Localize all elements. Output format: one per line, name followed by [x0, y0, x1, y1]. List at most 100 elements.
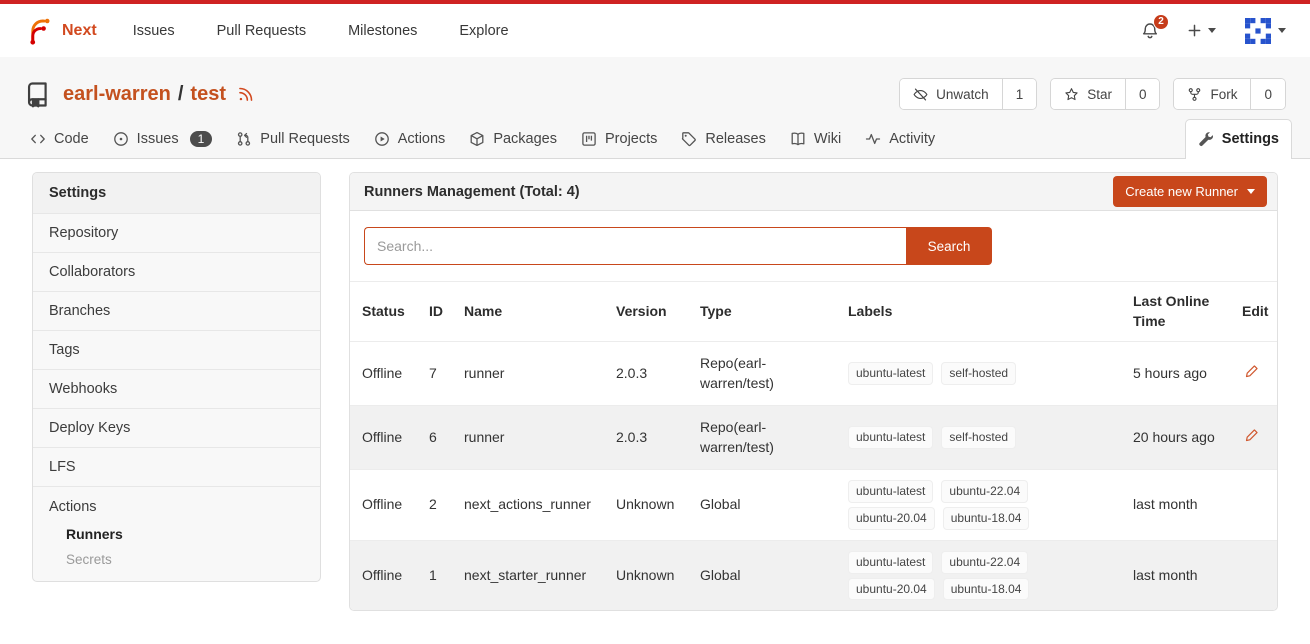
runner-id: 2: [417, 470, 452, 541]
tab-activity-label: Activity: [889, 131, 935, 147]
create-new-dropdown[interactable]: [1187, 23, 1216, 38]
repo-action-buttons: Unwatch 1 Star 0: [899, 78, 1286, 110]
tab-projects-label: Projects: [605, 131, 657, 147]
label-chip: ubuntu-latest: [848, 362, 933, 385]
sidebar-item-webhooks[interactable]: Webhooks: [33, 369, 320, 408]
nav-explore[interactable]: Explore: [459, 23, 508, 39]
fork-button[interactable]: Fork: [1174, 79, 1250, 109]
repo-name-link[interactable]: test: [190, 83, 226, 106]
create-new-runner-button[interactable]: Create new Runner: [1113, 176, 1267, 207]
sidebar-item-secrets[interactable]: Secrets: [66, 552, 304, 567]
page-title: Runners Management (Total: 4): [364, 184, 580, 200]
table-row: Offline 6 runner 2.0.3 Repo(earl-warren/…: [350, 406, 1278, 470]
notification-count-badge: 2: [1153, 14, 1169, 30]
code-icon: [30, 131, 46, 147]
issue-opened-icon: [113, 131, 129, 147]
sidebar-actions-label[interactable]: Actions: [49, 499, 97, 515]
runner-version: 2.0.3: [604, 342, 688, 406]
unwatch-button[interactable]: Unwatch: [900, 79, 1002, 109]
brand-home-link[interactable]: Next: [24, 16, 97, 46]
user-menu-dropdown[interactable]: [1244, 17, 1286, 45]
edit-runner-button[interactable]: [1242, 362, 1261, 381]
tab-actions-label: Actions: [398, 131, 446, 147]
tab-settings[interactable]: Settings: [1185, 119, 1292, 159]
label-chip: ubuntu-latest: [848, 480, 933, 503]
tab-wiki[interactable]: Wiki: [778, 120, 853, 158]
forks-count[interactable]: 0: [1250, 79, 1285, 109]
sidebar-item-repository[interactable]: Repository: [33, 213, 320, 252]
tab-issues-label: Issues: [137, 131, 179, 147]
nav-milestones[interactable]: Milestones: [348, 23, 417, 39]
col-version: Version: [604, 282, 688, 342]
runner-labels: ubuntu-latest self-hosted: [848, 362, 1048, 385]
project-board-icon: [581, 131, 597, 147]
sidebar-item-collaborators[interactable]: Collaborators: [33, 252, 320, 291]
chevron-down-icon: [1208, 28, 1216, 33]
col-edit: Edit: [1230, 282, 1278, 342]
rss-icon[interactable]: [237, 85, 255, 103]
col-status: Status: [350, 282, 417, 342]
runner-type: Repo(earl-warren/test): [700, 418, 800, 457]
runner-last-online: 5 hours ago: [1121, 342, 1230, 406]
runner-labels: ubuntu-latest ubuntu-22.04 ubuntu-20.04 …: [848, 551, 1048, 601]
tab-code[interactable]: Code: [18, 120, 101, 158]
sidebar-item-deploy-keys[interactable]: Deploy Keys: [33, 408, 320, 447]
runner-labels: ubuntu-latest self-hosted: [848, 426, 1048, 449]
tab-projects[interactable]: Projects: [569, 120, 669, 158]
forgejo-logo-icon: [24, 16, 54, 46]
pencil-icon: [1244, 428, 1259, 443]
watchers-count[interactable]: 1: [1002, 79, 1037, 109]
fork-button-group: Fork 0: [1173, 78, 1286, 110]
nav-pull-requests[interactable]: Pull Requests: [217, 23, 306, 39]
tab-wiki-label: Wiki: [814, 131, 841, 147]
repo-header-band: earl-warren / test: [0, 57, 1310, 159]
tag-icon: [681, 131, 697, 147]
runner-type: Global: [700, 566, 800, 586]
nav-issues[interactable]: Issues: [133, 23, 175, 39]
label-chip: ubuntu-latest: [848, 551, 933, 574]
tab-releases[interactable]: Releases: [669, 120, 777, 158]
panel-header: Runners Management (Total: 4) Create new…: [350, 173, 1277, 211]
stars-count[interactable]: 0: [1125, 79, 1160, 109]
tab-packages-label: Packages: [493, 131, 557, 147]
sidebar-item-lfs[interactable]: LFS: [33, 447, 320, 486]
top-navbar: Next Issues Pull Requests Milestones Exp…: [0, 4, 1310, 57]
chevron-down-icon: [1278, 28, 1286, 33]
main-nav: Issues Pull Requests Milestones Explore: [133, 23, 509, 39]
table-header-row: Status ID Name Version Type Labels Last …: [350, 282, 1278, 342]
repo-header: earl-warren / test: [0, 73, 1310, 115]
page-content: Settings Repository Collaborators Branch…: [0, 159, 1310, 611]
runner-id: 7: [417, 342, 452, 406]
runner-type: Global: [700, 495, 800, 515]
notifications-button[interactable]: 2: [1141, 22, 1159, 40]
tab-activity[interactable]: Activity: [853, 120, 947, 158]
settings-sidebar: Settings Repository Collaborators Branch…: [32, 172, 321, 582]
star-button[interactable]: Star: [1051, 79, 1125, 109]
watch-button-group: Unwatch 1: [899, 78, 1037, 110]
tools-icon: [1198, 131, 1214, 147]
search-button[interactable]: Search: [906, 227, 992, 265]
repo-owner-link[interactable]: earl-warren: [63, 83, 171, 106]
tab-settings-label: Settings: [1222, 131, 1279, 147]
search-input[interactable]: [364, 227, 906, 265]
runner-status: Offline: [350, 406, 417, 470]
runner-status: Offline: [350, 470, 417, 541]
pulse-icon: [865, 131, 881, 147]
sidebar-item-branches[interactable]: Branches: [33, 291, 320, 330]
sidebar-actions-subitems: Runners Secrets: [66, 526, 304, 567]
tab-pull-requests[interactable]: Pull Requests: [224, 120, 361, 158]
table-row: Offline 1 next_starter_runner Unknown Gl…: [350, 540, 1278, 610]
tab-code-label: Code: [54, 131, 89, 147]
runner-version: Unknown: [604, 470, 688, 541]
tab-actions[interactable]: Actions: [362, 120, 458, 158]
git-pull-request-icon: [236, 131, 252, 147]
search-section: Search: [350, 211, 1277, 282]
col-labels: Labels: [836, 282, 1121, 342]
edit-runner-button[interactable]: [1242, 426, 1261, 445]
sidebar-item-runners[interactable]: Runners: [66, 526, 304, 542]
tab-issues[interactable]: Issues 1: [101, 120, 225, 158]
sidebar-item-tags[interactable]: Tags: [33, 330, 320, 369]
tab-packages[interactable]: Packages: [457, 120, 569, 158]
runner-version: Unknown: [604, 540, 688, 610]
runner-status: Offline: [350, 342, 417, 406]
